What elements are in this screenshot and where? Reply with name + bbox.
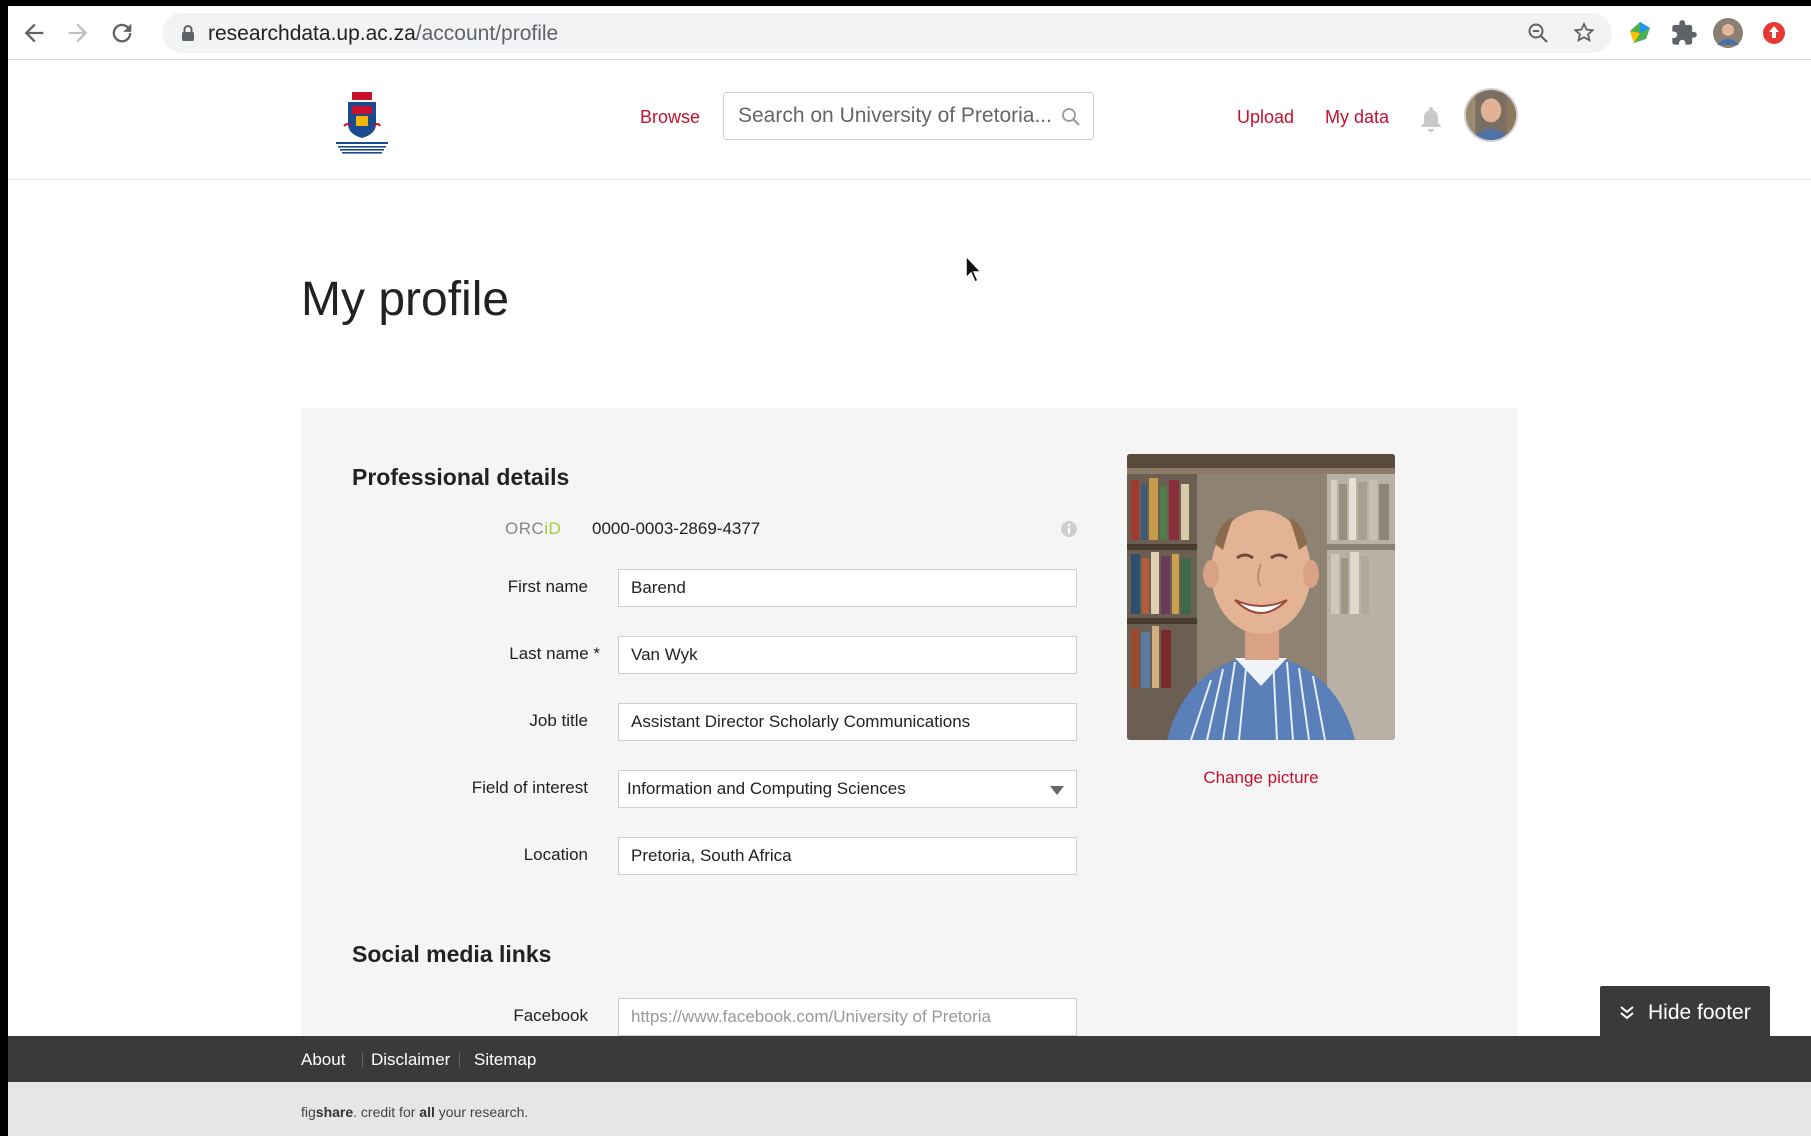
forward-arrow-icon[interactable] — [64, 19, 92, 47]
double-chevron-down-icon — [1620, 1006, 1634, 1020]
field-of-interest-label: Field of interest — [471, 778, 588, 797]
facebook-label: Facebook — [513, 1006, 588, 1025]
orcid-value: 0000-0003-2869-4377 — [592, 519, 761, 538]
search-icon[interactable] — [1061, 107, 1081, 127]
mouse-cursor-icon — [965, 254, 983, 284]
footer-links-bar: About Disclaimer Sitemap — [8, 1036, 1811, 1082]
upload-link[interactable]: Upload — [1237, 107, 1294, 128]
lock-icon — [182, 25, 194, 41]
address-bar[interactable]: researchdata.up.ac.za/account/profile — [162, 13, 1612, 53]
field-of-interest-value: Information and Computing Sciences — [627, 779, 906, 798]
professional-details-heading: Professional details — [352, 464, 570, 490]
last-name-label: Last name * — [509, 644, 600, 663]
footer-divider — [362, 1052, 363, 1068]
footer-credit-bar: figshare. credit for all your research. — [8, 1082, 1811, 1136]
search-box[interactable] — [723, 92, 1094, 140]
search-input[interactable] — [738, 93, 1058, 139]
hide-footer-label: Hide footer — [1648, 1001, 1751, 1024]
info-icon[interactable] — [1060, 520, 1078, 538]
change-picture-link[interactable]: Change picture — [1127, 768, 1395, 788]
location-label: Location — [523, 845, 588, 864]
zoom-out-icon[interactable] — [1526, 21, 1550, 45]
page-title: My profile — [301, 273, 510, 326]
footer-divider — [459, 1052, 460, 1068]
reload-icon[interactable] — [108, 19, 136, 47]
last-name-field[interactable]: Van Wyk — [618, 636, 1077, 674]
footer-disclaimer-link[interactable]: Disclaimer — [371, 1050, 450, 1070]
job-title-label: Job title — [529, 711, 588, 730]
location-field[interactable]: Pretoria, South Africa — [618, 837, 1077, 875]
profile-photo — [1127, 454, 1395, 740]
browser-toolbar: researchdata.up.ac.za/account/profile — [8, 6, 1811, 60]
user-avatar[interactable] — [1464, 88, 1518, 142]
browse-link[interactable]: Browse — [640, 107, 700, 128]
back-arrow-icon[interactable] — [20, 19, 48, 47]
hide-footer-button[interactable]: Hide footer — [1600, 986, 1770, 1042]
figshare-credit[interactable]: figshare. credit for all your research. — [301, 1104, 528, 1120]
dropdown-arrow-icon — [1050, 786, 1064, 795]
url-text: researchdata.up.ac.za/account/profile — [208, 22, 559, 45]
site-header: Browse Upload My data — [8, 60, 1811, 180]
orcid-logo: ORCiD — [505, 519, 562, 538]
job-title-field[interactable]: Assistant Director Scholarly Communicati… — [618, 703, 1077, 741]
profile-avatar-icon[interactable] — [1712, 17, 1744, 49]
extension-colorful-icon[interactable] — [1626, 19, 1654, 47]
social-media-heading: Social media links — [352, 941, 552, 967]
notification-bell-icon[interactable] — [1418, 105, 1444, 133]
bookmark-star-icon[interactable] — [1572, 21, 1596, 45]
facebook-field[interactable]: https://www.facebook.com/University of P… — [618, 998, 1077, 1036]
my-data-link[interactable]: My data — [1325, 107, 1389, 128]
footer-sitemap-link[interactable]: Sitemap — [474, 1050, 536, 1070]
extensions-puzzle-icon[interactable] — [1670, 19, 1698, 47]
first-name-field[interactable]: Barend — [618, 569, 1077, 607]
university-logo-icon[interactable] — [330, 88, 394, 156]
first-name-label: First name — [507, 577, 588, 596]
update-alert-icon[interactable] — [1760, 19, 1788, 47]
footer-about-link[interactable]: About — [301, 1050, 345, 1070]
field-of-interest-select[interactable]: Information and Computing Sciences — [618, 770, 1077, 808]
browser-window: researchdata.up.ac.za/account/profile Br… — [8, 6, 1811, 1136]
